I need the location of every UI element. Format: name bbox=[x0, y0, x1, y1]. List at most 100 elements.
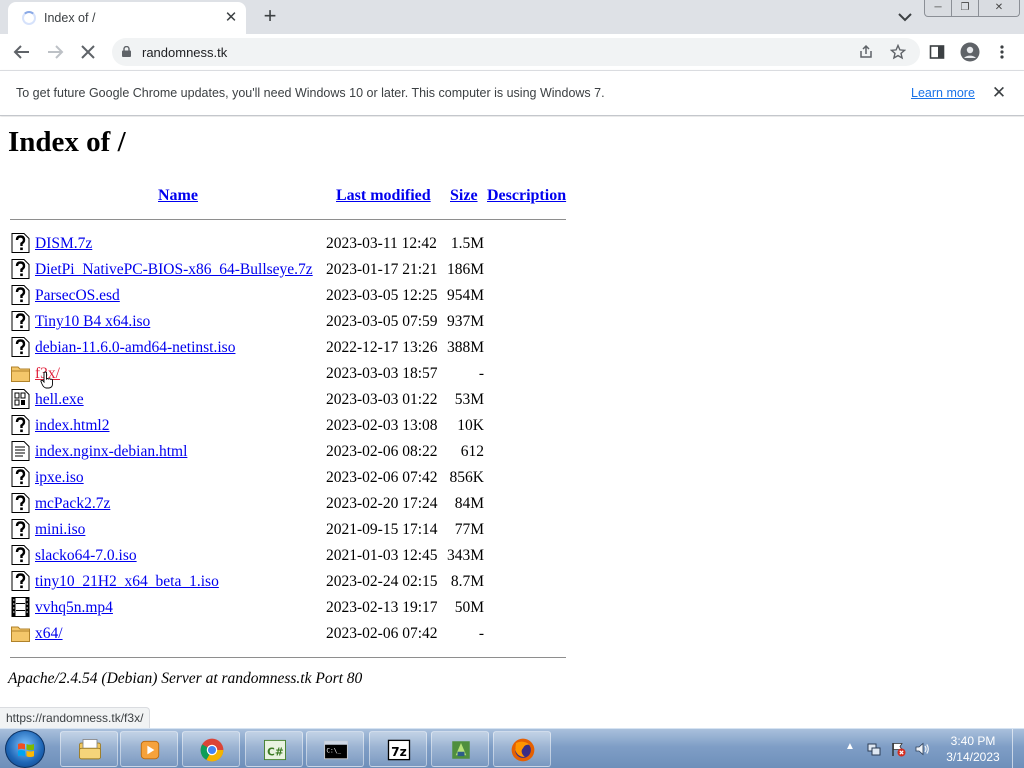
taskbar-app-button[interactable]: C:\_ bbox=[306, 731, 364, 767]
volume-icon[interactable] bbox=[914, 741, 930, 757]
taskbar-app-button[interactable] bbox=[493, 731, 551, 767]
file-modified: 2023-02-20 17:24 bbox=[326, 495, 438, 512]
network-tool-icon bbox=[452, 741, 470, 759]
file-link[interactable]: debian-11.6.0-amd64-netinst.iso bbox=[35, 339, 235, 357]
firefox-icon bbox=[511, 738, 535, 762]
file-modified: 2023-02-06 07:42 bbox=[326, 625, 438, 642]
folder-icon[interactable] bbox=[11, 623, 30, 643]
column-header-description[interactable]: Description bbox=[487, 187, 566, 205]
file-row: debian-11.6.0-amd64-netinst.iso 2022-12-1… bbox=[0, 335, 600, 361]
file-size: 1.5M bbox=[450, 235, 484, 252]
learn-more-link[interactable]: Learn more bbox=[911, 86, 975, 100]
file-modified: 2023-03-05 12:25 bbox=[326, 287, 438, 304]
page-title: Index of / bbox=[8, 126, 126, 158]
tab-close-button[interactable]: ✕ bbox=[222, 9, 240, 27]
file-link[interactable]: mcPack2.7z bbox=[35, 495, 110, 513]
show-desktop-button[interactable] bbox=[1012, 729, 1024, 768]
unknown-file-icon[interactable] bbox=[11, 285, 30, 305]
file-size: 50M bbox=[454, 599, 484, 616]
column-header-size[interactable]: Size bbox=[450, 187, 478, 205]
page-content: Index of / Name Last modified Size Descr… bbox=[0, 117, 1024, 707]
file-size: 856K bbox=[449, 469, 484, 486]
start-button[interactable] bbox=[5, 730, 45, 768]
lock-icon[interactable] bbox=[122, 46, 131, 57]
text-file-icon[interactable] bbox=[11, 441, 30, 461]
bookmark-star-icon[interactable] bbox=[890, 44, 906, 60]
file-link[interactable]: index.nginx-debian.html bbox=[35, 443, 187, 461]
profile-avatar-icon[interactable] bbox=[960, 42, 980, 62]
video-file-icon[interactable] bbox=[11, 597, 30, 617]
unknown-file-icon[interactable] bbox=[11, 233, 30, 253]
file-modified: 2023-02-06 08:22 bbox=[326, 443, 438, 460]
taskbar-app-button[interactable]: C# bbox=[245, 731, 303, 767]
file-link[interactable]: hell.exe bbox=[35, 391, 84, 409]
file-link[interactable]: DISM.7z bbox=[35, 235, 92, 253]
system-clock[interactable]: 3:40 PM 3/14/2023 bbox=[940, 733, 1006, 765]
server-signature: Apache/2.4.54 (Debian) Server at randomn… bbox=[8, 670, 363, 687]
menu-kebab-icon[interactable] bbox=[994, 44, 1010, 60]
unknown-file-icon[interactable] bbox=[11, 259, 30, 279]
unknown-file-icon[interactable] bbox=[11, 545, 30, 565]
unknown-file-icon[interactable] bbox=[11, 415, 30, 435]
file-row: DISM.7z 2023-03-11 12:42 1.5M bbox=[0, 231, 600, 257]
window-close-button[interactable]: ✕ bbox=[978, 0, 1020, 17]
column-header-last-modified[interactable]: Last modified bbox=[336, 187, 431, 205]
share-icon[interactable] bbox=[858, 44, 874, 60]
forward-arrow-icon[interactable] bbox=[43, 40, 67, 64]
link-status-bubble: https://randomness.tk/f3x/ bbox=[0, 707, 151, 728]
infobar-close-button[interactable]: ✕ bbox=[990, 83, 1008, 103]
file-size: 10K bbox=[457, 417, 484, 434]
infobar-message: To get future Google Chrome updates, you… bbox=[16, 86, 605, 100]
file-row: x64/2023-02-06 07:42 - bbox=[0, 621, 600, 647]
file-row: index.nginx-debian.html 2023-02-06 08:22 6… bbox=[0, 439, 600, 465]
taskbar-app-button[interactable] bbox=[431, 731, 489, 767]
file-link[interactable]: slacko64-7.0.iso bbox=[35, 547, 137, 565]
loading-spinner-icon bbox=[22, 11, 36, 25]
action-center-flag-icon[interactable] bbox=[890, 741, 906, 757]
taskbar-app-button[interactable] bbox=[60, 731, 118, 767]
svg-text:7z: 7z bbox=[391, 745, 407, 759]
file-link[interactable]: tiny10_21H2_x64_beta_1.iso bbox=[35, 573, 219, 591]
restore-button[interactable]: ❐ bbox=[951, 0, 979, 17]
new-tab-button[interactable]: + bbox=[258, 5, 282, 29]
file-modified: 2023-01-17 21:21 bbox=[326, 261, 438, 278]
taskbar-app-button[interactable] bbox=[120, 731, 178, 767]
minimize-button[interactable]: ─ bbox=[924, 0, 952, 17]
side-panel-icon[interactable] bbox=[929, 44, 945, 60]
unknown-file-icon[interactable] bbox=[11, 311, 30, 331]
file-link[interactable]: mini.iso bbox=[35, 521, 85, 539]
browser-tab[interactable]: Index of / ✕ bbox=[8, 2, 246, 34]
svg-text:C:\_: C:\_ bbox=[326, 748, 341, 755]
file-modified: 2021-09-15 17:14 bbox=[326, 521, 438, 538]
taskbar-app-button[interactable]: 7z bbox=[369, 731, 427, 767]
file-link[interactable]: index.html2 bbox=[35, 417, 109, 435]
header-divider bbox=[10, 219, 566, 220]
folder-icon[interactable] bbox=[11, 363, 30, 383]
column-header-name[interactable]: Name bbox=[158, 187, 198, 205]
taskbar-app-button[interactable] bbox=[182, 731, 240, 767]
file-size: 937M bbox=[446, 313, 484, 330]
file-link[interactable]: Tiny10 B4 x64.iso bbox=[35, 313, 150, 331]
stop-loading-icon[interactable] bbox=[76, 40, 100, 64]
unknown-file-icon[interactable] bbox=[11, 493, 30, 513]
file-link[interactable]: x64/ bbox=[35, 625, 63, 643]
file-link[interactable]: ParsecOS.esd bbox=[35, 287, 120, 305]
tab-title: Index of / bbox=[44, 11, 96, 25]
file-row: f3x/2023-03-03 18:57- bbox=[0, 361, 600, 389]
file-row: ParsecOS.esd 2023-03-05 12:25 954M bbox=[0, 283, 600, 309]
unknown-file-icon[interactable] bbox=[11, 467, 30, 487]
binary-file-icon[interactable] bbox=[11, 389, 30, 409]
file-link[interactable]: vvhq5n.mp4 bbox=[35, 599, 113, 617]
file-link[interactable]: DietPi_NativePC-BIOS-x86_64-Bullseye.7z bbox=[35, 261, 313, 279]
file-link[interactable]: ipxe.iso bbox=[35, 469, 84, 487]
address-bar[interactable]: randomness.tk bbox=[112, 38, 920, 66]
tab-search-chevron-icon[interactable] bbox=[896, 9, 914, 25]
back-arrow-icon[interactable] bbox=[10, 40, 34, 64]
unknown-file-icon[interactable] bbox=[11, 337, 30, 357]
show-hidden-icons-icon[interactable]: ▲ bbox=[845, 741, 855, 752]
address-url[interactable]: randomness.tk bbox=[142, 45, 227, 60]
unknown-file-icon[interactable] bbox=[11, 519, 30, 539]
file-size: 343M bbox=[446, 547, 484, 564]
network-icon[interactable] bbox=[866, 741, 882, 757]
unknown-file-icon[interactable] bbox=[11, 571, 30, 591]
